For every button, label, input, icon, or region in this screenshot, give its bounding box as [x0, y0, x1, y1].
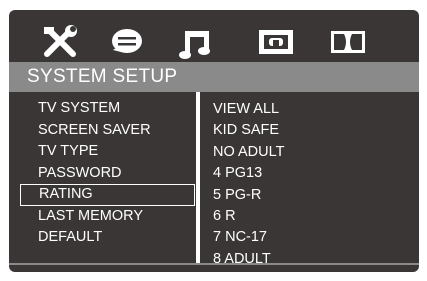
page-title: SYSTEM SETUP [9, 62, 419, 92]
option-nc-17[interactable]: 7 NC-17 [213, 227, 413, 248]
column-divider [196, 92, 200, 264]
option-pg-r[interactable]: 5 PG-R [213, 185, 413, 206]
option-kid-safe[interactable]: KID SAFE [213, 120, 413, 141]
menu-item-rating[interactable]: RATING [20, 184, 195, 206]
menu-item-password[interactable]: PASSWORD [20, 163, 195, 185]
tab-tv-screen-icon[interactable] [255, 22, 299, 62]
option-r[interactable]: 6 R [213, 206, 413, 227]
option-no-adult[interactable]: NO ADULT [213, 142, 413, 163]
option-view-all[interactable]: VIEW ALL [213, 99, 413, 120]
tab-tools-icon[interactable] [39, 22, 83, 62]
option-adult[interactable]: 8 ADULT [213, 249, 413, 270]
tab-music-note-icon[interactable] [175, 22, 219, 62]
menu-item-tv-type[interactable]: TV TYPE [20, 141, 195, 163]
menu-item-default[interactable]: DEFAULT [20, 227, 195, 249]
menu-item-screen-saver[interactable]: SCREEN SAVER [20, 120, 195, 142]
tab-dolby-icon[interactable] [327, 22, 371, 62]
rating-options: VIEW ALL KID SAFE NO ADULT 4 PG13 5 PG-R… [213, 99, 413, 270]
option-pg13[interactable]: 4 PG13 [213, 163, 413, 184]
setup-menu: TV SYSTEM SCREEN SAVER TV TYPE PASSWORD … [20, 98, 195, 249]
menu-item-last-memory[interactable]: LAST MEMORY [20, 206, 195, 228]
menu-item-tv-system[interactable]: TV SYSTEM [20, 98, 195, 120]
tab-bar [9, 10, 419, 68]
tab-speech-bubble-icon[interactable] [105, 22, 149, 62]
setup-screen: SYSTEM SETUP TV SYSTEM SCREEN SAVER TV T… [9, 10, 419, 272]
